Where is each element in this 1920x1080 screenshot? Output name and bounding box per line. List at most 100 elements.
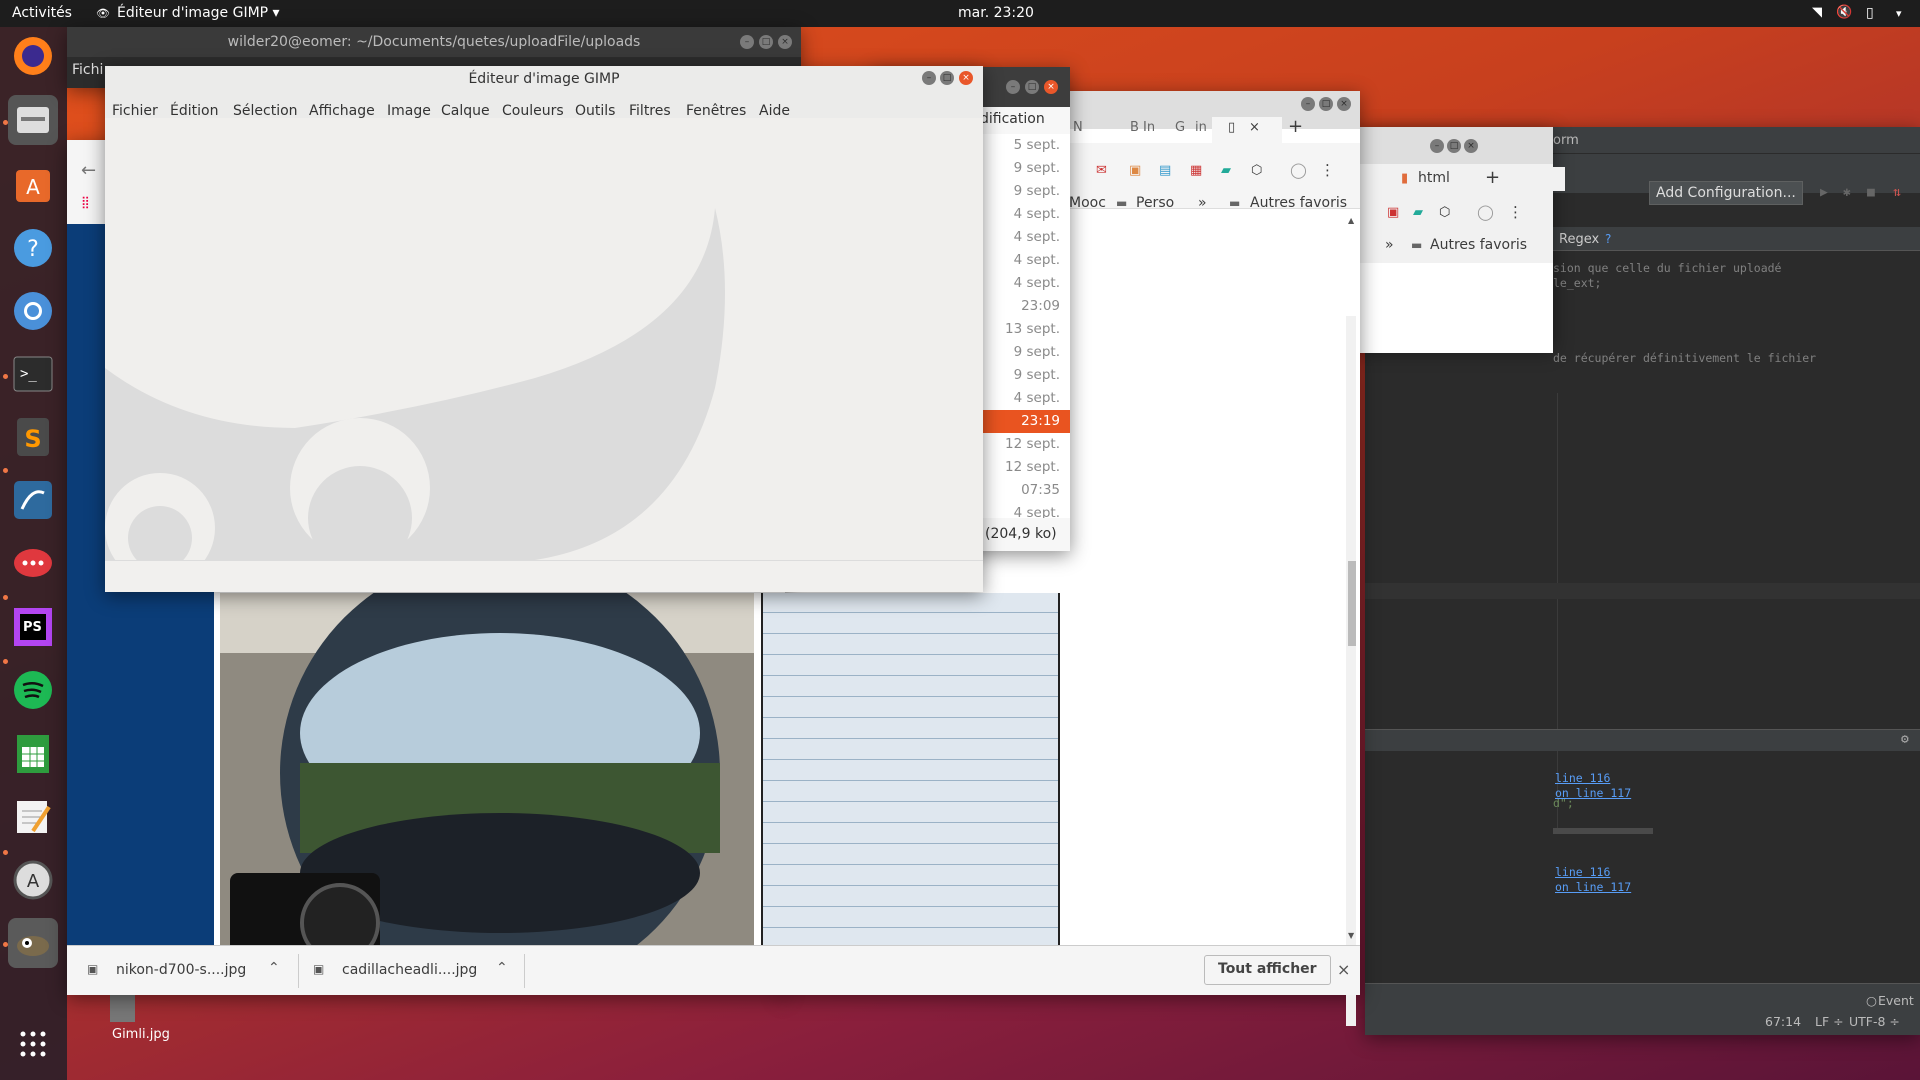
vcs-icon[interactable]: ⇅	[1893, 185, 1901, 200]
terminal-menu-fragment[interactable]: Fichi	[72, 62, 103, 78]
pocket-icon[interactable]: ⬡	[1439, 205, 1450, 220]
chromium-icon[interactable]	[8, 286, 58, 336]
event-log-button[interactable]: Event	[1878, 993, 1914, 1008]
file-encoding[interactable]: UTF-8 ÷	[1849, 1014, 1900, 1029]
extension-icon[interactable]: ▤	[1159, 163, 1171, 178]
new-tab-button[interactable]: +	[1288, 116, 1303, 137]
mysql-workbench-icon[interactable]	[8, 475, 58, 525]
files-icon[interactable]	[8, 95, 58, 145]
tab-close-icon[interactable]: ×	[1249, 120, 1260, 135]
add-configuration-button[interactable]: Add Configuration...	[1649, 181, 1803, 205]
menu-outils[interactable]: Outils	[575, 103, 615, 119]
bookmark-autres-favoris[interactable]: Autres favoris	[1430, 237, 1527, 253]
spotify-icon[interactable]	[8, 665, 58, 715]
battery-icon[interactable]: ▯	[1866, 5, 1874, 21]
pocket-icon[interactable]: ⬡	[1251, 163, 1262, 178]
scroll-up-icon[interactable]: ▲	[1348, 216, 1354, 225]
sublime-text-icon[interactable]: S	[8, 412, 58, 462]
console-link[interactable]: line 116	[1555, 865, 1631, 880]
console-link[interactable]: on line 117	[1555, 880, 1631, 895]
menu-aide[interactable]: Aide	[759, 103, 790, 119]
cursor-position[interactable]: 67:14	[1765, 1014, 1801, 1029]
menu-image[interactable]: Image	[387, 103, 431, 119]
back-arrow-icon[interactable]: ←	[81, 160, 96, 181]
bookmarks-overflow[interactable]: »	[1198, 195, 1207, 211]
new-tab-button[interactable]: +	[1485, 167, 1500, 188]
console-link[interactable]: on line 117	[1555, 786, 1631, 801]
show-all-downloads-button[interactable]: Tout afficher	[1204, 955, 1331, 985]
tab-in[interactable]: in	[1195, 120, 1207, 135]
profile-icon[interactable]: ◯	[1290, 161, 1307, 179]
line-separator[interactable]: LF ÷	[1815, 1014, 1844, 1029]
menu-couleurs[interactable]: Couleurs	[502, 103, 564, 119]
wifi-icon[interactable]: ◥	[1812, 5, 1822, 20]
menu-fichier[interactable]: Fichier	[112, 103, 158, 119]
minimize-button[interactable]: –	[740, 35, 754, 49]
gimp-canvas[interactable]	[105, 118, 983, 560]
todoist-icon[interactable]: ▦	[1190, 163, 1202, 178]
close-button[interactable]: ×	[778, 35, 792, 49]
chat-extension-icon[interactable]: ▰	[1413, 205, 1423, 220]
horizontal-scrollbar[interactable]	[1553, 828, 1653, 834]
console-link[interactable]: line 116	[1555, 771, 1631, 786]
bookmark-autres-favoris[interactable]: Autres favoris	[1250, 195, 1347, 211]
maximize-button[interactable]: □	[759, 35, 773, 49]
menu-filtres[interactable]: Filtres	[629, 103, 671, 119]
bookmark-mooc[interactable]: Mooc	[1069, 195, 1106, 211]
download-item-nikon[interactable]: nikon-d700-s....jpg	[116, 962, 246, 978]
gimp-window[interactable]: Éditeur d'image GIMP – □ × Fichier Éditi…	[105, 66, 983, 592]
maximize-button[interactable]: □	[1447, 139, 1461, 153]
menu-icon[interactable]: ⋮	[1320, 161, 1335, 179]
minimize-button[interactable]: –	[1430, 139, 1444, 153]
tab-html[interactable]: html	[1418, 170, 1450, 186]
chevron-up-icon[interactable]: ⌃	[268, 960, 280, 976]
text-editor-icon[interactable]	[8, 792, 58, 842]
stop-icon[interactable]: ■	[1867, 185, 1875, 200]
debug-icon[interactable]: ✱	[1843, 185, 1851, 200]
tab-b-in[interactable]: B In	[1130, 120, 1155, 135]
chat-extension-icon[interactable]: ▰	[1221, 163, 1231, 178]
menu-edition[interactable]: Édition	[170, 103, 218, 119]
event-log-icon[interactable]: ○	[1866, 993, 1877, 1008]
settings-gear-icon[interactable]: ⚙	[1901, 732, 1909, 747]
activities-button[interactable]: Activités	[12, 5, 72, 21]
system-menu-chevron-icon[interactable]: ▾	[1896, 7, 1902, 20]
menu-affichage[interactable]: Affichage	[309, 103, 375, 119]
scrollbar-thumb[interactable]	[1348, 561, 1356, 646]
scroll-down-icon[interactable]: ▼	[1348, 931, 1354, 940]
gimp-icon[interactable]	[8, 918, 58, 968]
page-scrollbar[interactable]	[1346, 316, 1356, 1026]
regex-option[interactable]: Regex	[1559, 232, 1599, 247]
volume-icon[interactable]: 🔇	[1836, 5, 1852, 20]
minimize-button[interactable]: –	[922, 71, 936, 85]
close-button[interactable]: ×	[1464, 139, 1478, 153]
bookmarks-overflow[interactable]: »	[1385, 237, 1394, 253]
extension-icon[interactable]: ▣	[1387, 205, 1399, 220]
extension-icon[interactable]: ▣	[1129, 163, 1141, 178]
close-downloads-icon[interactable]: ×	[1337, 960, 1350, 979]
maximize-button[interactable]: □	[1319, 97, 1333, 111]
phpstorm-icon[interactable]: PS	[8, 602, 58, 652]
apps-icon[interactable]: ⣿	[81, 195, 90, 209]
minimize-button[interactable]: –	[1006, 80, 1020, 94]
tab-n[interactable]: N	[1073, 120, 1083, 135]
modified-column-header[interactable]: dification	[980, 111, 1045, 127]
firefox-icon[interactable]	[8, 31, 58, 81]
help-icon[interactable]: ?	[8, 223, 58, 273]
profile-icon[interactable]: ◯	[1477, 203, 1494, 221]
menu-selection[interactable]: Sélection	[233, 103, 298, 119]
menu-calque[interactable]: Calque	[441, 103, 490, 119]
nikon-photo-thumbnail[interactable]	[220, 593, 754, 957]
run-icon[interactable]: ▶	[1820, 185, 1828, 200]
bookmark-perso[interactable]: Perso	[1136, 195, 1174, 211]
desktop-file-label[interactable]: Gimli.jpg	[112, 1027, 170, 1042]
regex-help-icon[interactable]: ?	[1605, 232, 1611, 246]
app-menu[interactable]: Éditeur d'image GIMP ▾	[117, 5, 280, 21]
minimize-button[interactable]: –	[1301, 97, 1315, 111]
maximize-button[interactable]: □	[940, 71, 954, 85]
software-center-icon[interactable]: A	[8, 159, 58, 209]
download-item-cadillac[interactable]: cadillacheadli....jpg	[342, 962, 477, 978]
menu-icon[interactable]: ⋮	[1508, 203, 1523, 221]
maximize-button[interactable]: □	[1025, 80, 1039, 94]
rocket-chat-icon[interactable]	[8, 539, 58, 589]
